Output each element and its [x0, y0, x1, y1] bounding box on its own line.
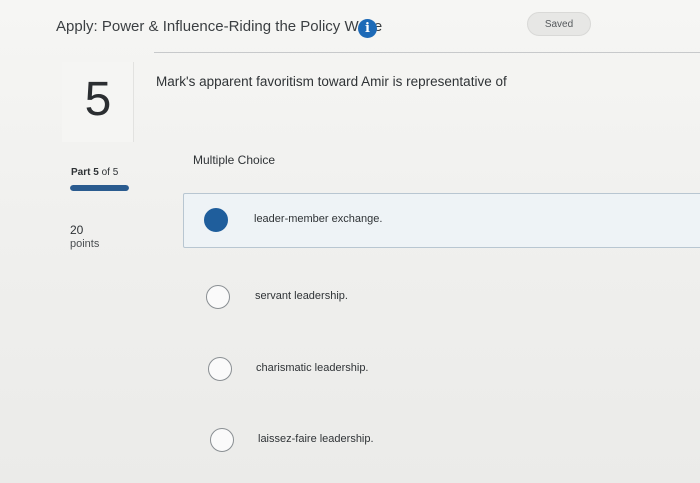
radio-button[interactable]: [206, 285, 230, 309]
choice-label: leader-member exchange.: [254, 213, 383, 225]
radio-button[interactable]: [208, 357, 232, 381]
choice-option[interactable]: laissez-faire leadership.: [0, 420, 700, 460]
choice-label: charismatic leadership.: [256, 362, 369, 374]
choice-option[interactable]: leader-member exchange.: [0, 200, 700, 240]
part-indicator: Part 5 of 5: [71, 167, 118, 178]
info-icon[interactable]: i: [358, 19, 377, 38]
radio-button[interactable]: [210, 428, 234, 452]
choice-option[interactable]: charismatic leadership.: [0, 349, 700, 389]
assignment-title: Apply: Power & Influence-Riding the Poli…: [56, 18, 383, 35]
choice-option[interactable]: servant leadership.: [0, 278, 700, 318]
saved-status-badge: Saved: [527, 12, 591, 36]
part-progress-bar: [70, 185, 129, 191]
assignment-page: Apply: Power & Influence-Riding the Poli…: [0, 0, 700, 483]
question-number: 5: [84, 73, 112, 126]
question-type-label: Multiple Choice: [193, 153, 276, 167]
question-number-box: 5: [62, 62, 134, 142]
part-total: of 5: [101, 167, 119, 178]
header-divider: [154, 52, 700, 53]
choice-label: laissez-faire leadership.: [258, 433, 374, 445]
radio-button[interactable]: [204, 208, 228, 232]
part-prefix: Part: [71, 167, 91, 178]
part-progress-fill: [70, 185, 129, 191]
part-current: 5: [93, 167, 99, 178]
question-prompt: Mark's apparent favoritism toward Amir i…: [156, 74, 507, 89]
choice-label: servant leadership.: [255, 290, 348, 302]
